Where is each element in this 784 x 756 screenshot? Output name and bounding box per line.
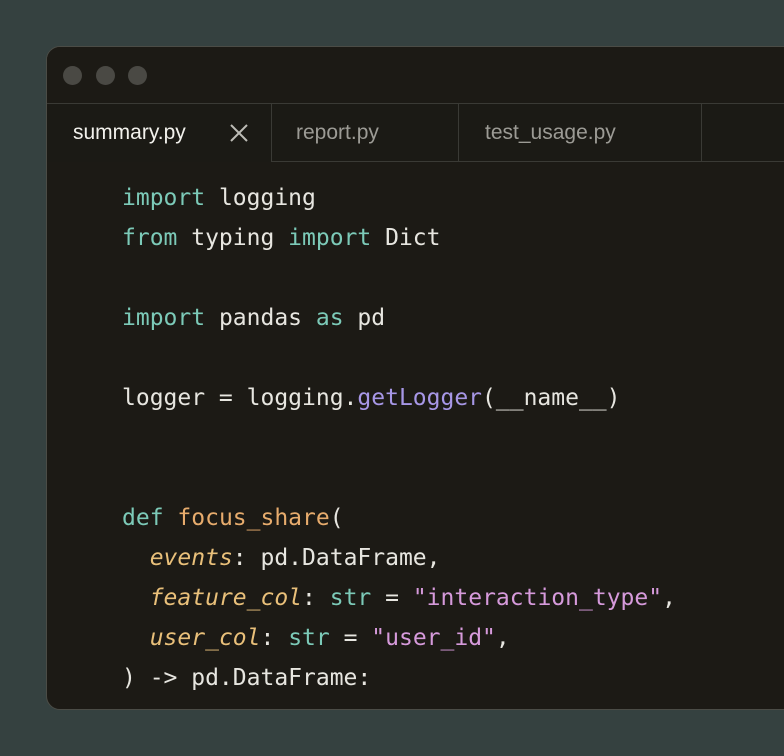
code-token: def xyxy=(122,505,164,531)
close-icon[interactable] xyxy=(228,122,250,144)
code-line: def focus_share( xyxy=(122,498,676,538)
tab-bar-empty-space xyxy=(702,104,784,161)
window-maximize-dot[interactable] xyxy=(128,66,147,85)
tab-label: summary.py xyxy=(73,121,186,144)
code-line: events: pd.DataFrame, xyxy=(122,538,676,578)
code-token: events xyxy=(149,545,233,571)
code-token: typing xyxy=(177,225,289,251)
tab-test-usage-py[interactable]: test_usage.py xyxy=(459,104,702,161)
code-token: = xyxy=(371,585,413,611)
code-token: from xyxy=(122,225,178,251)
tab-summary-py[interactable]: summary.py xyxy=(47,104,272,162)
code-token: focus_share xyxy=(177,505,330,531)
code-token: , xyxy=(495,625,510,651)
code-line: user_col: str = "user_id", xyxy=(122,618,676,658)
code-token: : xyxy=(260,625,289,651)
code-line: feature_col: str = "interaction_type", xyxy=(122,578,676,618)
code-token: : xyxy=(302,585,330,611)
code-token: Dict xyxy=(371,225,441,251)
code-token: logger = logging. xyxy=(122,385,358,411)
title-bar xyxy=(47,47,784,104)
editor-window: summary.py report.py test_usage.py impor… xyxy=(46,46,784,710)
code-line: logger = logging.getLogger(__name__) xyxy=(122,378,676,418)
code-line: from typing import Dict xyxy=(122,218,676,258)
code-token: logging xyxy=(205,185,316,211)
window-close-dot[interactable] xyxy=(63,66,82,85)
code-token: , xyxy=(662,585,676,611)
code-token: (__name__) xyxy=(482,385,621,411)
code-token: ( xyxy=(329,505,344,531)
code-line: import logging xyxy=(122,178,676,218)
code-editor[interactable]: import logging from typing import Dict im… xyxy=(122,178,676,698)
code-token: = xyxy=(329,625,372,651)
code-token: : pd.DataFrame, xyxy=(232,545,441,571)
tab-report-py[interactable]: report.py xyxy=(272,104,459,161)
code-token: pd xyxy=(343,305,386,331)
code-token: "user_id" xyxy=(371,625,496,651)
code-token: str xyxy=(329,585,372,611)
tab-bar: summary.py report.py test_usage.py xyxy=(47,104,784,162)
tab-label: report.py xyxy=(296,120,379,144)
code-line: ) -> pd.DataFrame: xyxy=(122,658,676,698)
code-token: getLogger xyxy=(357,385,483,411)
window-minimize-dot[interactable] xyxy=(96,66,115,85)
code-token: feature_col xyxy=(149,585,303,611)
code-token: str xyxy=(288,625,330,651)
code-token: "interaction_type" xyxy=(412,585,663,611)
code-token: import xyxy=(122,185,206,211)
code-token: user_col xyxy=(149,625,261,651)
code-line: import pandas as pd xyxy=(122,298,676,338)
tab-label: test_usage.py xyxy=(485,120,616,144)
code-token: as xyxy=(315,305,344,331)
code-token: import xyxy=(122,305,206,331)
code-token: ) -> pd.DataFrame: xyxy=(122,665,372,691)
code-token: pandas xyxy=(205,305,316,331)
code-token: import xyxy=(288,225,372,251)
